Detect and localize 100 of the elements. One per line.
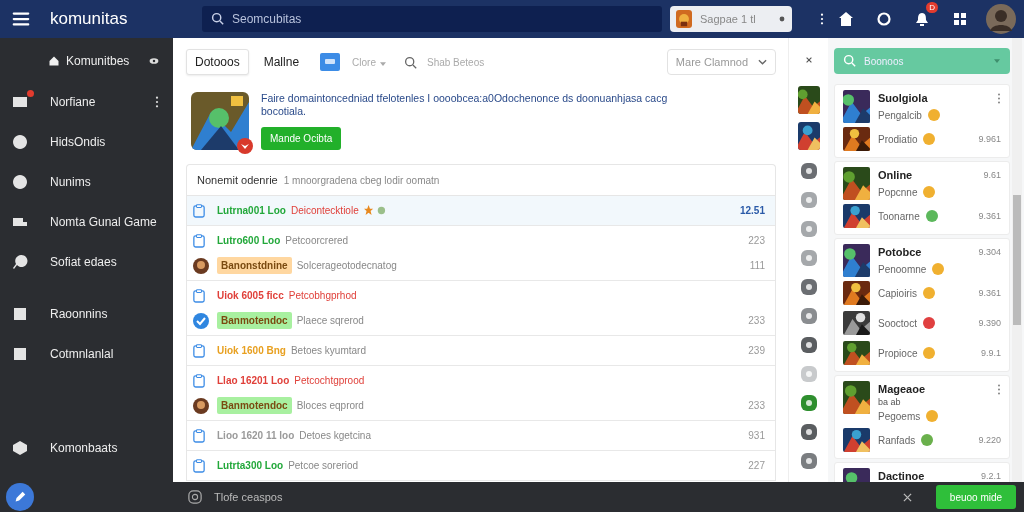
sidebar-item[interactable]: Komunitbes <box>0 46 173 76</box>
group-title: Potobce <box>878 246 923 258</box>
item-label: Prodiatio <box>878 133 918 145</box>
row-text: Petcobhgprhod <box>288 290 357 301</box>
close-icon[interactable] <box>804 56 813 64</box>
feed-row[interactable]: Uiok 1600 Bng Betoes kyumtard 239 <box>187 336 775 366</box>
clipboard-icon <box>193 343 205 358</box>
menu-icon[interactable] <box>12 11 30 27</box>
shield-icon <box>237 138 253 154</box>
clipboard-icon <box>193 233 205 248</box>
home-icon[interactable] <box>838 11 854 27</box>
more-icon[interactable] <box>820 13 824 25</box>
group-title: Mageaoe <box>878 383 927 395</box>
search-icon <box>843 54 856 67</box>
app-icon[interactable] <box>800 424 817 440</box>
search-field[interactable]: Seomcubitas <box>202 6 662 32</box>
group-title: Suolgiola <box>878 92 929 104</box>
sidebar-item[interactable]: Komonbaats <box>0 428 173 468</box>
sidebar-item[interactable]: Sofiat edaes <box>0 242 173 282</box>
app-icon[interactable] <box>800 163 817 179</box>
grid-icon[interactable] <box>952 11 968 27</box>
avatar[interactable] <box>986 4 1016 34</box>
notification-badge: D <box>926 2 938 13</box>
sidebar-item[interactable]: Nunims <box>0 162 173 202</box>
value-text: 9.61 <box>983 170 1001 180</box>
sidebar-icon <box>12 134 28 150</box>
chevron-icon <box>758 59 767 65</box>
item-label: Capioiris <box>878 287 917 299</box>
value-text: 9.304 <box>978 247 1001 257</box>
clipboard-icon <box>193 203 205 218</box>
row-time: 223 <box>748 235 765 246</box>
search-icon <box>211 12 224 25</box>
app-icon[interactable] <box>800 308 817 324</box>
value-text: 9.361 <box>978 211 1001 221</box>
value-text: 9.361 <box>978 288 1001 298</box>
search-field[interactable]: Boonoos <box>834 48 1010 74</box>
more-icon[interactable] <box>155 96 159 108</box>
row-time: 227 <box>748 460 765 471</box>
scrollbar[interactable] <box>1012 38 1022 482</box>
feed-row[interactable]: Lioo 1620 11 loo Detoes kgetcina 931 <box>187 421 775 451</box>
sidebar-icon <box>12 440 28 456</box>
row-text: Plaece sqrerod <box>296 315 364 326</box>
eye-icon[interactable] <box>149 57 159 65</box>
feed-row[interactable]: Uiok 6005 ficc Petcobhgprhod Banmotendoc Plaece sqrerod 233 <box>187 281 775 336</box>
tab[interactable]: Dotooos <box>186 49 249 75</box>
sidebar-icon <box>12 306 28 322</box>
item-label: Ranfads <box>878 434 916 446</box>
bell-icon[interactable] <box>914 11 930 27</box>
row-text: Deicontecktiole <box>290 205 359 216</box>
sidebar-icon <box>12 94 28 110</box>
feed-row[interactable]: Lutro600 Loo Petcoorcrered 223 Banonstdnine Solcerageotodecnatog 111 <box>187 226 775 281</box>
row-tag: Banonstdnine <box>217 257 292 274</box>
game-selector[interactable]: Sagpae 1 tl <box>670 6 792 32</box>
feed-row[interactable]: Llao 16201 Loo Petcochtgprood Banmotendoc Bloces eqprord 233 <box>187 366 775 421</box>
sidebar-icon <box>12 346 28 362</box>
item-label: Pengalcib <box>878 109 922 121</box>
app-icon[interactable] <box>800 279 817 295</box>
sidebar-item[interactable]: Norfiane <box>0 82 173 122</box>
group-title: Online <box>878 169 914 181</box>
app-icon[interactable] <box>800 453 817 469</box>
row-text: Petcoorcrered <box>285 235 349 246</box>
app-icon[interactable] <box>800 395 817 411</box>
row-time: 239 <box>748 345 765 356</box>
row-time: 233 <box>748 315 765 326</box>
item-label: Pegoems <box>878 410 921 422</box>
row-code: Uiok 6005 ficc <box>217 290 284 301</box>
compose-button[interactable] <box>6 483 34 511</box>
row-code: Llao 16201 Loo <box>217 375 290 386</box>
row-tag: Banmotendoc <box>217 397 292 414</box>
search-icon <box>403 55 417 69</box>
promo-text: Faire domaintoncedniad tfelotenles I oooobcea:a0Odochenonce ds doonuanhjasa cacg bocotiala. <box>261 92 669 118</box>
row-text: Detoes kgetcina <box>299 430 371 441</box>
sidebar-item[interactable]: HidsOndis <box>0 122 173 162</box>
circle-icon[interactable] <box>876 11 892 27</box>
clipboard-icon <box>193 373 205 388</box>
app-title: komunitas <box>50 9 129 29</box>
sidebar-icon <box>48 55 60 67</box>
sidebar-item[interactable]: Raoonnins <box>0 294 173 334</box>
row-code: Lutrta300 Loo <box>217 460 284 471</box>
row-time: 111 <box>749 260 765 271</box>
value-text: 9.961 <box>978 134 1001 144</box>
row-text: Solcerageotodecnatog <box>296 260 397 271</box>
value-text: 9.390 <box>978 318 1001 328</box>
app-icon[interactable] <box>800 337 817 353</box>
sidebar-item[interactable]: Cotmnlanlal <box>0 334 173 374</box>
item-label: Sooctoct <box>878 317 917 329</box>
row-text: Petcoe soreriod <box>288 460 359 471</box>
item-label: Propioce <box>878 347 918 359</box>
close-icon[interactable] <box>903 492 912 502</box>
value-text: 9.2.1 <box>980 471 1001 481</box>
feed-row[interactable]: Lutrta300 Loo Petcoe soreriod 227 <box>187 451 775 481</box>
sidebar-item[interactable]: Nomta Gunal Game <box>0 202 173 242</box>
clipboard-icon <box>193 428 205 443</box>
sidebar-icon <box>12 174 28 190</box>
row-code: Uiok 1600 Bng <box>217 345 286 356</box>
feed-row[interactable]: Lutrna001 Loo Deicontecktiole 12.51 <box>187 196 775 226</box>
row-code: Lioo 1620 11 loo <box>217 430 295 441</box>
value-text: 9.9.1 <box>980 348 1001 358</box>
row-text: Petcochtgprood <box>294 375 365 386</box>
sidebar-icon <box>12 254 28 270</box>
